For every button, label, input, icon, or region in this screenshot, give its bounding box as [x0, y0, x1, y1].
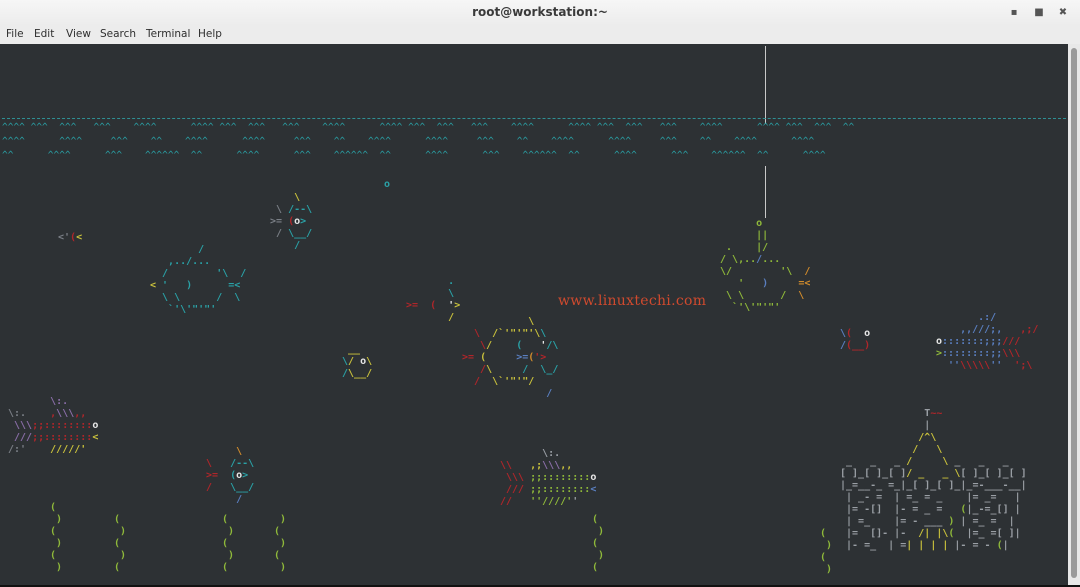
fishing-line-top: [765, 46, 766, 124]
fishing-line-bottom: [765, 166, 766, 218]
wave-row-1: ^^^^ ^^^ ^^^ ^^^ ^^^^ ^^^^ ^^^ ^^^ ^^^ ^…: [2, 122, 855, 133]
window-title: root@workstation:~: [472, 5, 608, 19]
menu-view[interactable]: View: [66, 28, 91, 40]
seaweed-1: ( ) ( ) ( ): [50, 502, 63, 573]
minimize-button[interactable]: ▪: [1005, 4, 1023, 22]
seaweed-2: ( ) ( ) (: [114, 514, 127, 573]
menu-terminal[interactable]: Terminal: [146, 28, 190, 40]
small-fish: <'(<: [58, 232, 83, 243]
fish-striped-right: .:/ ,,///;, ,;/ o:::::::;;;/// >::::::::…: [936, 312, 1039, 371]
terminal-area[interactable]: ^^^^ ^^^ ^^^ ^^^ ^^^^ ^^^^ ^^^ ^^^ ^^^ ^…: [0, 44, 1069, 585]
seaweed-4: ) ( ) ( ): [274, 514, 287, 573]
title-bar: root@workstation:~ ▪ ■ ✖: [0, 0, 1080, 26]
castle: T~~ | /^\ / \ _ _ _ / \ _ _ _ [ ]_[ ]_[ …: [840, 408, 1027, 551]
seaweed-5: ( ) ( ) (: [592, 514, 605, 573]
fish-red-small: . \ >= ( '> /: [406, 276, 461, 323]
menu-bar: File Edit View Search Terminal Help: [0, 26, 1080, 45]
fish-green-striped: \:. \\ ,;\\\,, \\\ ;;::::::::o /// ;;:::…: [500, 448, 597, 507]
menu-help[interactable]: Help: [198, 28, 222, 40]
fish-red-circle: \( o /(__): [840, 328, 871, 351]
seaweed-6: ( ) ( ): [820, 528, 833, 575]
fish-cyan-big: / ,../... / '\ / < ' ) =< \ \ / \ `'\'"'…: [150, 244, 247, 315]
maximize-button[interactable]: ■: [1030, 4, 1048, 22]
fishing-hook: o || . |/ / \,../... \/ '\ / ' ) =< \ \ …: [720, 218, 811, 313]
fish-striped-left: \:. \:. ,\\\,, \\\;;::::::::o ///;;:::::…: [8, 396, 99, 455]
wave-row-3: ^^ ^^^^ ^^^ ^^^^^^ ^^ ^^^^ ^^^ ^^^^^^ ^^…: [2, 150, 826, 161]
watermark-text: www.linuxtechi.com: [558, 293, 707, 309]
scrollbar-thumb[interactable]: [1071, 48, 1077, 578]
menu-file[interactable]: File: [6, 28, 24, 40]
menu-edit[interactable]: Edit: [34, 28, 54, 40]
fish-cyan-top: \ \ /--\ >= (o> / \__/ /: [264, 192, 313, 251]
seaweed-3: ( ) ( ) (: [222, 514, 235, 573]
wave-row-2: ^^^^ ^^^^ ^^^ ^^ ^^^^ ^^^^ ^^^ ^^ ^^^^ ^…: [2, 136, 815, 147]
bubble: o: [384, 179, 391, 190]
water-surface: [2, 118, 1066, 119]
fish-yellow-hex: __ \/ o\ /\__/: [342, 344, 373, 379]
fish-cyan-bottom: \ \ /--\ >= (o> / \__/ /: [206, 446, 255, 505]
scrollbar[interactable]: [1068, 44, 1080, 587]
close-button[interactable]: ✖: [1054, 4, 1072, 22]
menu-search[interactable]: Search: [100, 28, 136, 40]
fish-yellow-big: \ \ /`'"'"'\\ \/ ( '/\ >= ( >=('> /\ / \…: [462, 316, 559, 399]
